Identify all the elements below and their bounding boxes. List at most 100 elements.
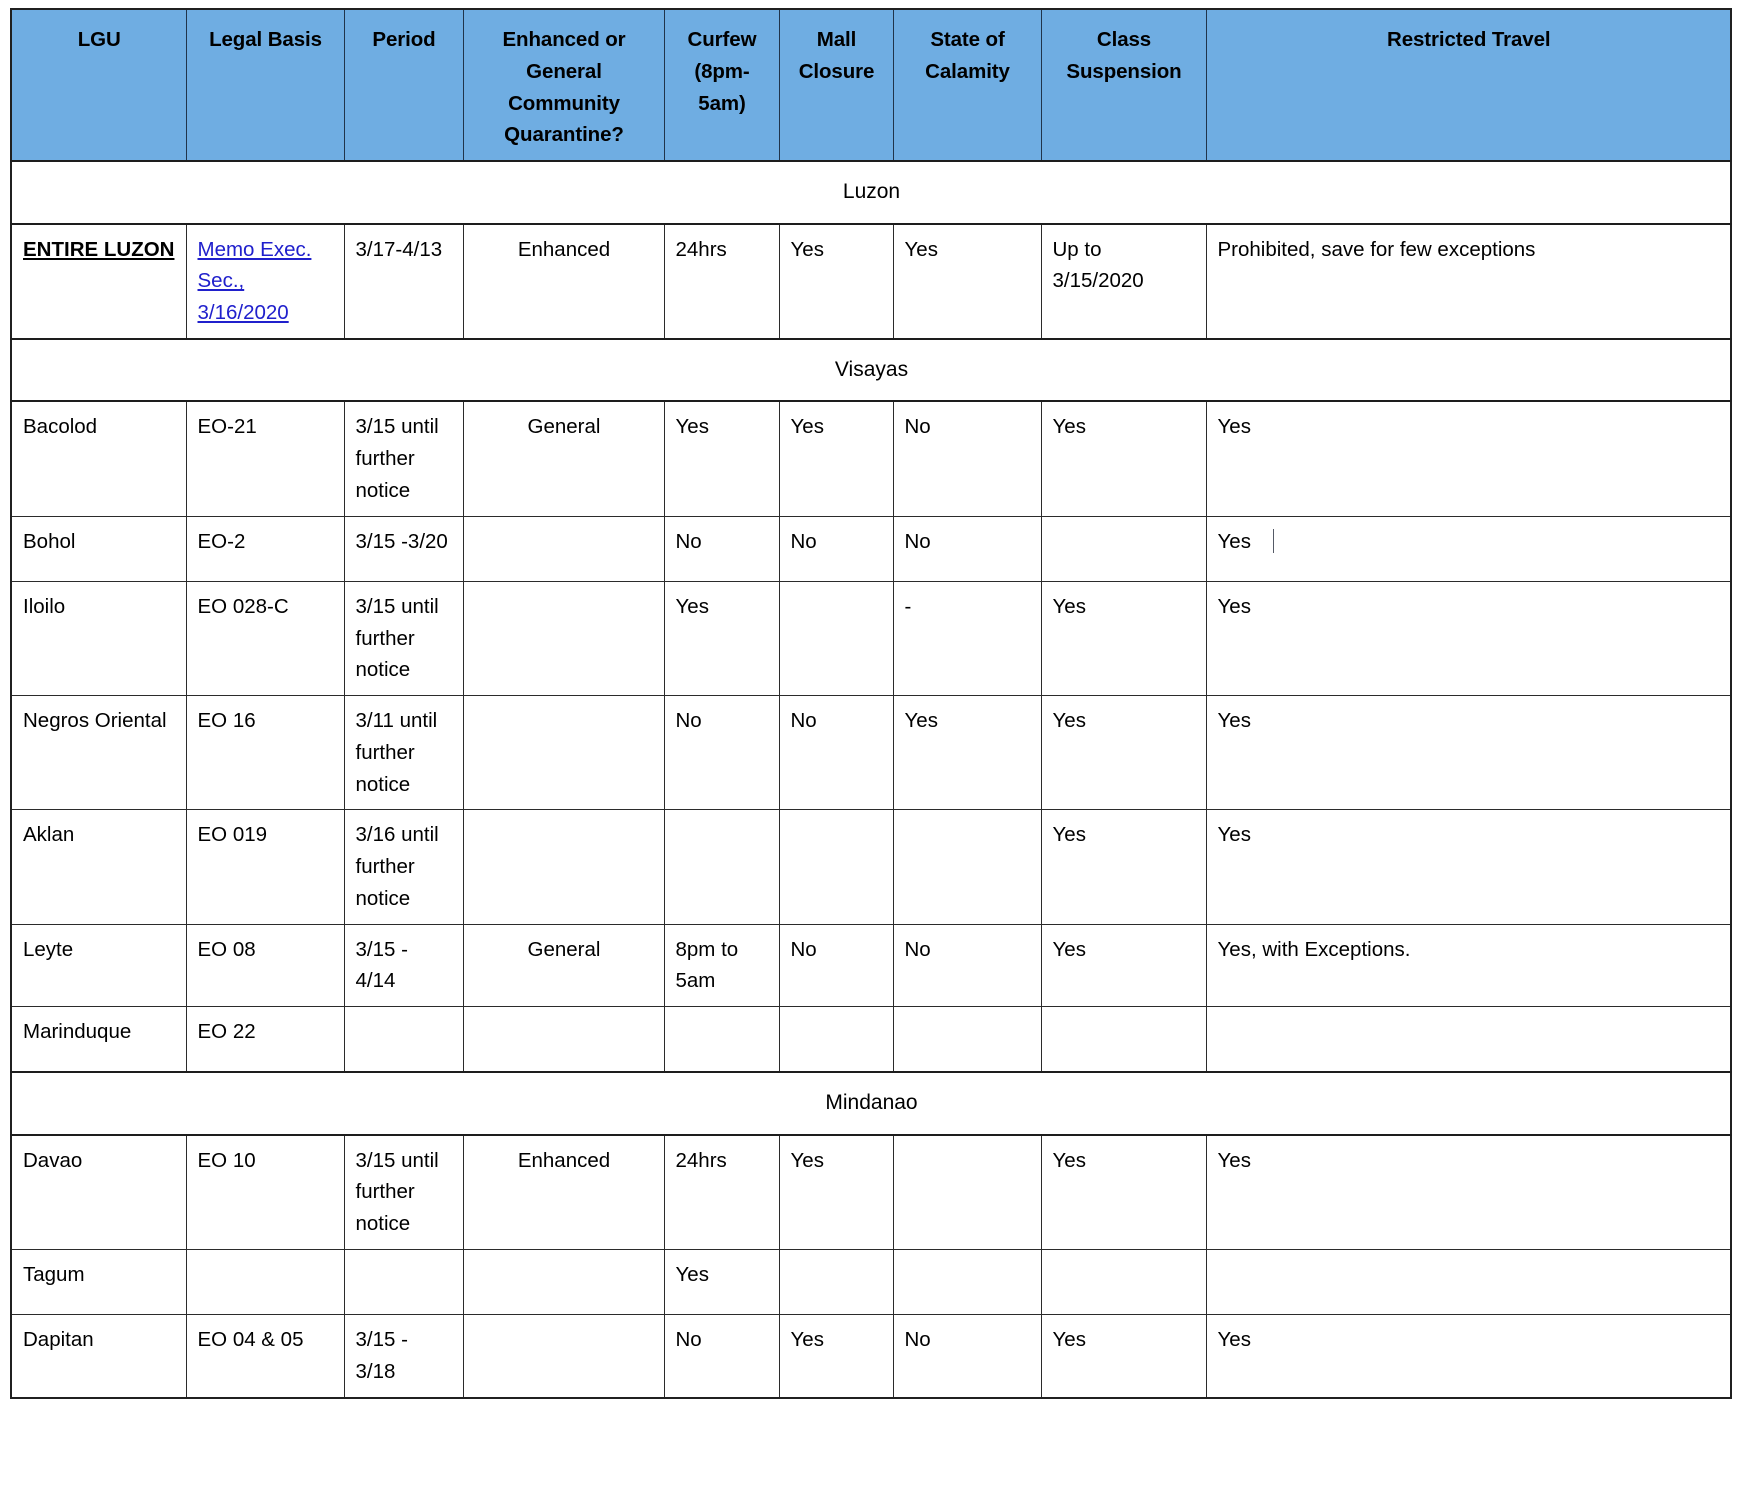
table-header-row: LGU Legal Basis Period Enhanced or Gener… bbox=[10, 8, 1732, 162]
cell-curfew: Yes bbox=[663, 1249, 780, 1316]
column-header-legal-basis: Legal Basis bbox=[185, 8, 345, 162]
table-row: Bohol EO-2 3/15 -3/20 No No No Yes bbox=[10, 515, 1732, 582]
cell-lgu: Aklan bbox=[10, 809, 187, 925]
lgu-quarantine-measures-table: LGU Legal Basis Period Enhanced or Gener… bbox=[10, 8, 1732, 1399]
cell-legal-basis bbox=[185, 1249, 345, 1316]
cell-state-of-calamity bbox=[892, 809, 1042, 925]
cell-lgu: Iloilo bbox=[10, 580, 187, 697]
cell-mall-closure bbox=[778, 1249, 894, 1316]
cell-restricted-travel: Yes bbox=[1205, 515, 1732, 582]
cell-period: 3/15 until further notice bbox=[343, 1134, 464, 1251]
region-section-row: Luzon bbox=[10, 160, 1732, 225]
cell-state-of-calamity: No bbox=[892, 1314, 1042, 1399]
cell-class-suspension: Yes bbox=[1040, 1134, 1207, 1251]
cell-legal-basis: EO-2 bbox=[185, 515, 345, 582]
cell-mall-closure: No bbox=[778, 923, 894, 1008]
column-header-period: Period bbox=[343, 8, 464, 162]
table-row: Dapitan EO 04 & 05 3/15 - 3/18 No Yes No Yes Ye… bbox=[10, 1314, 1732, 1399]
table-row: ENTIRE LUZON Memo Exec. Sec., 3/16/2020 3/… bbox=[10, 223, 1732, 340]
cell-curfew: No bbox=[663, 1314, 780, 1399]
cell-curfew: No bbox=[663, 695, 780, 811]
column-header-class-suspension: Class Suspension bbox=[1040, 8, 1207, 162]
cell-state-of-calamity bbox=[892, 1134, 1042, 1251]
cell-restricted-travel: Yes bbox=[1205, 400, 1732, 517]
cell-quarantine-type bbox=[462, 515, 665, 582]
cell-restricted-travel: Yes bbox=[1205, 580, 1732, 697]
cell-class-suspension bbox=[1040, 515, 1207, 582]
cell-legal-basis: Memo Exec. Sec., 3/16/2020 bbox=[185, 223, 345, 340]
cell-period: 3/15 -3/20 bbox=[343, 515, 464, 582]
text-cursor-caret bbox=[1272, 528, 1274, 553]
cell-period: 3/17-4/13 bbox=[343, 223, 464, 340]
table-row: Bacolod EO-21 3/15 until further notice Gen… bbox=[10, 400, 1732, 517]
cell-legal-basis: EO 22 bbox=[185, 1006, 345, 1073]
region-label: Mindanao bbox=[10, 1071, 1732, 1136]
cell-mall-closure: Yes bbox=[778, 223, 894, 340]
cell-lgu: Davao bbox=[10, 1134, 187, 1251]
cell-mall-closure: No bbox=[778, 695, 894, 811]
legal-basis-link[interactable]: Memo Exec. Sec., 3/16/2020 bbox=[198, 238, 312, 325]
cell-period bbox=[343, 1006, 464, 1073]
cell-curfew: No bbox=[663, 515, 780, 582]
cell-state-of-calamity: No bbox=[892, 400, 1042, 517]
table-row: Marinduque EO 22 bbox=[10, 1006, 1732, 1073]
cell-mall-closure bbox=[778, 809, 894, 925]
cell-state-of-calamity: Yes bbox=[892, 695, 1042, 811]
cell-mall-closure: No bbox=[778, 515, 894, 582]
cell-quarantine-type bbox=[462, 809, 665, 925]
cell-period: 3/15 - 3/18 bbox=[343, 1314, 464, 1399]
cell-state-of-calamity bbox=[892, 1249, 1042, 1316]
cell-legal-basis: EO 028-C bbox=[185, 580, 345, 697]
table-row: Tagum Yes bbox=[10, 1249, 1732, 1316]
cell-quarantine-type bbox=[462, 695, 665, 811]
document-sheet: LGU Legal Basis Period Enhanced or Gener… bbox=[0, 0, 1740, 1490]
cell-restricted-travel: Yes, with Exceptions. bbox=[1205, 923, 1732, 1008]
cell-lgu: Negros Oriental bbox=[10, 695, 187, 811]
cell-quarantine-type bbox=[462, 1249, 665, 1316]
cell-lgu: ENTIRE LUZON bbox=[10, 223, 187, 340]
cell-class-suspension: Yes bbox=[1040, 1314, 1207, 1399]
cell-curfew bbox=[663, 809, 780, 925]
cell-state-of-calamity: - bbox=[892, 580, 1042, 697]
cell-lgu: Dapitan bbox=[10, 1314, 187, 1399]
cell-period: 3/11 until further notice bbox=[343, 695, 464, 811]
cell-mall-closure: Yes bbox=[778, 400, 894, 517]
table-row: Leyte EO 08 3/15 - 4/14 General 8pm to 5am No… bbox=[10, 923, 1732, 1008]
column-header-state-of-calamity: State of Calamity bbox=[892, 8, 1042, 162]
cell-period: 3/15 until further notice bbox=[343, 400, 464, 517]
cell-class-suspension: Yes bbox=[1040, 400, 1207, 517]
cell-restricted-travel: Yes bbox=[1205, 809, 1732, 925]
cell-class-suspension: Yes bbox=[1040, 923, 1207, 1008]
cell-quarantine-type: General bbox=[462, 923, 665, 1008]
cell-curfew: Yes bbox=[663, 400, 780, 517]
column-header-quarantine-type: Enhanced or General Community Quarantine… bbox=[462, 8, 665, 162]
cell-restricted-travel: Prohibited, save for few exceptions bbox=[1205, 223, 1732, 340]
region-label: Visayas bbox=[10, 337, 1732, 403]
cell-legal-basis: EO 04 & 05 bbox=[185, 1314, 345, 1399]
cell-curfew: Yes bbox=[663, 580, 780, 697]
cell-curfew bbox=[663, 1006, 780, 1073]
cell-restricted-travel: Yes bbox=[1205, 1134, 1732, 1251]
cell-quarantine-type: Enhanced bbox=[462, 1134, 665, 1251]
cell-legal-basis: EO 019 bbox=[185, 809, 345, 925]
cell-curfew: 24hrs bbox=[663, 223, 780, 340]
cell-mall-closure bbox=[778, 580, 894, 697]
cell-quarantine-type: Enhanced bbox=[462, 223, 665, 340]
cell-legal-basis: EO 16 bbox=[185, 695, 345, 811]
cell-quarantine-type bbox=[462, 580, 665, 697]
cell-mall-closure: Yes bbox=[778, 1134, 894, 1251]
cell-state-of-calamity bbox=[892, 1006, 1042, 1073]
cell-curfew: 8pm to 5am bbox=[663, 923, 780, 1008]
cell-curfew: 24hrs bbox=[663, 1134, 780, 1251]
cell-legal-basis: EO 10 bbox=[185, 1134, 345, 1251]
cell-quarantine-type bbox=[462, 1006, 665, 1073]
cell-state-of-calamity: No bbox=[892, 923, 1042, 1008]
column-header-restricted-travel: Restricted Travel bbox=[1205, 8, 1732, 162]
table-row: Iloilo EO 028-C 3/15 until further notice Y… bbox=[10, 580, 1732, 697]
region-label: Luzon bbox=[10, 160, 1732, 225]
cell-state-of-calamity: Yes bbox=[892, 223, 1042, 340]
cell-text: Yes bbox=[1217, 529, 1251, 553]
cell-period: 3/16 until further notice bbox=[343, 809, 464, 925]
cell-state-of-calamity: No bbox=[892, 515, 1042, 582]
table-body: Luzon ENTIRE LUZON Memo Exec. Sec., 3/16/2… bbox=[10, 160, 1732, 1399]
